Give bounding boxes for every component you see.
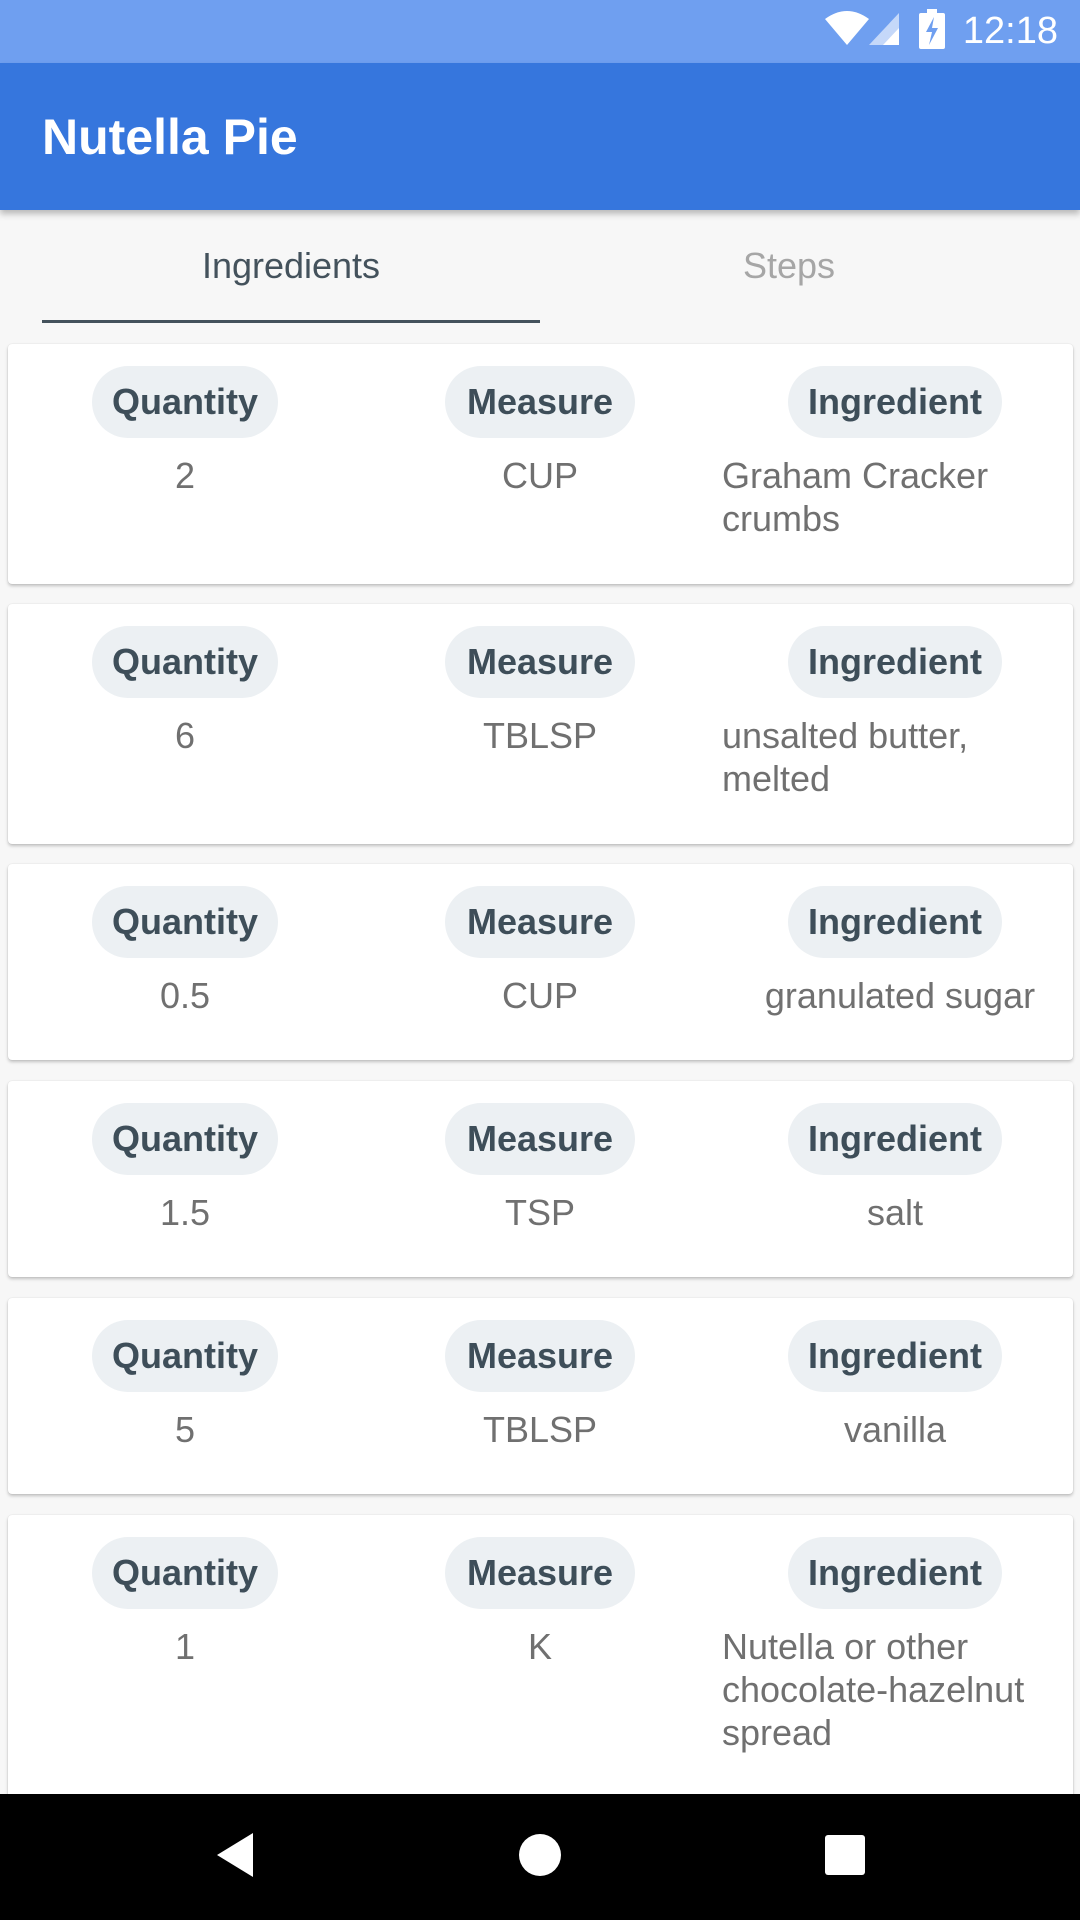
quantity-header: Quantity <box>92 626 278 698</box>
quantity-value: 1 <box>174 1626 196 1667</box>
ingredient-card: Quantity Measure Ingredient 0.5 CUP gran… <box>8 864 1073 1060</box>
tab-bar: Ingredients Steps <box>0 210 1080 336</box>
ingredient-header: Ingredient <box>788 1320 1002 1392</box>
ingredient-card: Quantity Measure Ingredient 1 K Nutella … <box>8 1515 1073 1815</box>
ingredient-value: vanilla <box>843 1409 947 1450</box>
tab-ingredients[interactable]: Ingredients <box>42 210 540 322</box>
ingredient-header: Ingredient <box>788 1537 1002 1609</box>
ingredient-header: Ingredient <box>788 366 1002 438</box>
ingredient-card: Quantity Measure Ingredient 1.5 TSP salt <box>8 1081 1073 1277</box>
battery-charging-icon <box>918 9 945 54</box>
status-time: 12:18 <box>962 10 1058 52</box>
ingredient-value: salt <box>866 1192 924 1233</box>
quantity-value: 1.5 <box>159 1192 211 1233</box>
quantity-header: Quantity <box>92 366 278 438</box>
quantity-header: Quantity <box>92 1103 278 1175</box>
measure-value: TBLSP <box>482 715 598 756</box>
quantity-header: Quantity <box>92 1537 278 1609</box>
measure-value: TSP <box>504 1192 575 1233</box>
ingredient-value: Graham Cracker crumbs <box>722 455 989 539</box>
measure-header: Measure <box>445 626 635 698</box>
page-title: Nutella Pie <box>42 108 298 165</box>
app-bar: Nutella Pie <box>0 63 1080 210</box>
ingredient-card: Quantity Measure Ingredient 5 TBLSP vani… <box>8 1298 1073 1494</box>
measure-header: Measure <box>445 1320 635 1392</box>
home-icon <box>517 1832 563 1883</box>
quantity-value: 5 <box>174 1409 196 1450</box>
ingredient-card: Quantity Measure Ingredient 6 TBLSP unsa… <box>8 604 1073 844</box>
wifi-icon <box>823 11 871 52</box>
back-button[interactable] <box>175 1794 295 1920</box>
back-icon <box>213 1831 257 1884</box>
status-bar: 12:18 <box>0 0 1080 63</box>
tab-steps[interactable]: Steps <box>540 210 1038 322</box>
ingredient-header: Ingredient <box>788 886 1002 958</box>
quantity-value: 6 <box>174 715 196 756</box>
measure-header: Measure <box>445 886 635 958</box>
measure-value: TBLSP <box>482 1409 598 1450</box>
navigation-bar <box>0 1794 1080 1920</box>
quantity-value: 0.5 <box>159 975 211 1016</box>
measure-value: CUP <box>501 975 578 1016</box>
ingredient-card: Quantity Measure Ingredient 2 CUP Graham… <box>8 344 1073 584</box>
recents-icon <box>824 1834 866 1881</box>
quantity-header: Quantity <box>92 1320 278 1392</box>
quantity-value: 2 <box>174 455 196 496</box>
measure-value: CUP <box>501 455 578 496</box>
measure-value: K <box>527 1626 552 1667</box>
signal-icon <box>867 11 901 52</box>
measure-header: Measure <box>445 1537 635 1609</box>
ingredient-value: Nutella or other chocolate-hazelnut spre… <box>722 1626 1025 1753</box>
recents-button[interactable] <box>785 1794 905 1920</box>
tab-indicator <box>42 320 540 323</box>
measure-header: Measure <box>445 1103 635 1175</box>
quantity-header: Quantity <box>92 886 278 958</box>
ingredient-header: Ingredient <box>788 626 1002 698</box>
measure-header: Measure <box>445 366 635 438</box>
home-button[interactable] <box>480 1794 600 1920</box>
ingredient-value: unsalted butter, melted <box>722 715 969 799</box>
ingredient-header: Ingredient <box>788 1103 1002 1175</box>
ingredient-value: granulated sugar <box>764 975 1036 1016</box>
